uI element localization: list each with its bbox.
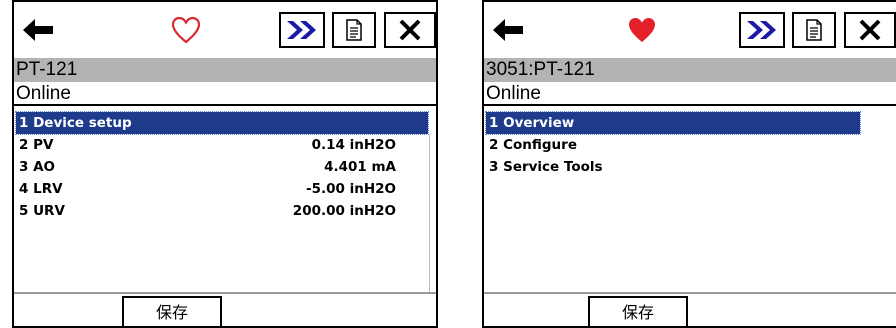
menu-item-label: 1 Overview: [489, 115, 575, 131]
menu-item-value: 0.14 inH2O: [311, 137, 396, 153]
menu-item-ao[interactable]: 3 AO 4.401 mA: [16, 156, 428, 178]
scrollbar[interactable]: [429, 134, 430, 292]
heart-filled-icon: [624, 12, 660, 48]
menu-item-label: 2 Configure: [489, 137, 577, 153]
double-chevron-icon: [285, 19, 319, 41]
device-screen-left: PT-121 Online 1 Device setup 2 PV 0.14 i…: [12, 0, 438, 328]
close-button[interactable]: [844, 12, 896, 48]
menu-item-overview[interactable]: 1 Overview: [485, 111, 861, 135]
menu-item-label: 5 URV: [19, 203, 65, 219]
menu-item-service-tools[interactable]: 3 Service Tools: [486, 156, 860, 178]
save-button[interactable]: 保存: [122, 296, 222, 326]
menu-item-value: -5.00 inH2O: [305, 181, 396, 197]
back-arrow-icon[interactable]: [488, 14, 528, 46]
menu-list: 1 Overview 2 Configure 3 Service Tools: [485, 111, 861, 178]
toolbar: [14, 2, 436, 58]
connection-status: Online: [484, 82, 896, 106]
forward-button[interactable]: [279, 12, 325, 48]
device-title: PT-121: [14, 58, 436, 82]
menu-item-label: 1 Device setup: [19, 115, 132, 131]
double-chevron-icon: [745, 19, 779, 41]
document-icon: [346, 19, 362, 41]
document-icon: [806, 19, 822, 41]
close-button[interactable]: [384, 12, 436, 48]
menu-list: 1 Device setup 2 PV 0.14 inH2O 3 AO 4.40…: [15, 111, 429, 222]
menu-item-label: 4 LRV: [19, 181, 63, 197]
menu-item-pv[interactable]: 2 PV 0.14 inH2O: [16, 134, 428, 156]
menu-item-configure[interactable]: 2 Configure: [486, 134, 860, 156]
device-screen-right: 3051:PT-121 Online 1 Overview 2 Configur…: [482, 0, 896, 328]
document-button[interactable]: [332, 12, 376, 48]
save-button[interactable]: 保存: [588, 296, 688, 326]
menu-item-value: 4.401 mA: [324, 159, 396, 175]
menu-item-value: 200.00 inH2O: [292, 203, 396, 219]
menu-item-label: 3 Service Tools: [489, 159, 603, 175]
back-arrow-icon[interactable]: [18, 14, 58, 46]
menu-item-device-setup[interactable]: 1 Device setup: [15, 111, 429, 135]
document-button[interactable]: [792, 12, 836, 48]
heart-outline-icon: [168, 12, 204, 48]
close-icon: [398, 18, 422, 42]
menu-item-lrv[interactable]: 4 LRV -5.00 inH2O: [16, 178, 428, 200]
bottom-bar: 保存: [14, 292, 436, 326]
forward-button[interactable]: [739, 12, 785, 48]
menu-item-label: 3 AO: [19, 159, 56, 175]
menu-item-urv[interactable]: 5 URV 200.00 inH2O: [16, 200, 428, 222]
menu-item-label: 2 PV: [19, 137, 54, 153]
connection-status: Online: [14, 82, 436, 106]
close-icon: [858, 18, 882, 42]
device-title: 3051:PT-121: [484, 58, 896, 82]
bottom-bar: 保存: [484, 292, 896, 326]
toolbar: [484, 2, 896, 58]
